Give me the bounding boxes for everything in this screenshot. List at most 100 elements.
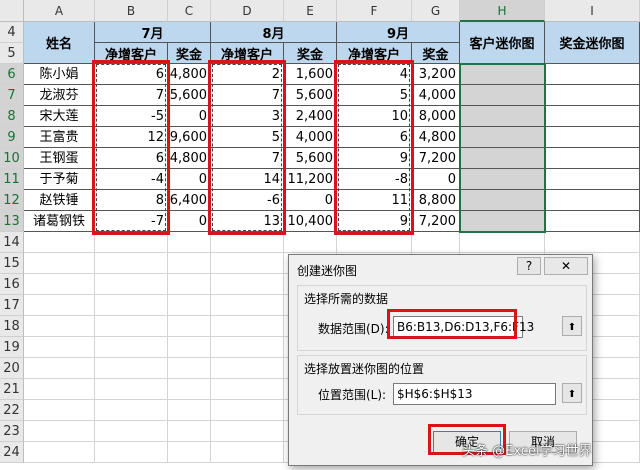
- value-cell[interactable]: 3: [211, 106, 284, 127]
- grid-cell[interactable]: [460, 232, 545, 253]
- row-header-18[interactable]: 18: [0, 316, 24, 337]
- value-cell[interactable]: 10,400: [284, 211, 337, 232]
- column-header-c[interactable]: C: [168, 0, 211, 22]
- value-cell[interactable]: 3,200: [412, 64, 460, 85]
- value-cell[interactable]: 5,600: [168, 85, 211, 106]
- grid-cell[interactable]: [95, 316, 168, 337]
- grid-cell[interactable]: [168, 337, 211, 358]
- bonus-sparkline-cell[interactable]: [545, 64, 640, 85]
- bonus-sparkline-cell[interactable]: [545, 85, 640, 106]
- value-cell[interactable]: -6: [211, 190, 284, 211]
- value-cell[interactable]: 7: [211, 85, 284, 106]
- row-header-10[interactable]: 10: [0, 148, 24, 169]
- row-header-8[interactable]: 8: [0, 106, 24, 127]
- bonus-sparkline-cell[interactable]: [545, 211, 640, 232]
- value-cell[interactable]: 5: [337, 85, 412, 106]
- bonus-sparkline-cell[interactable]: [545, 127, 640, 148]
- grid-cell[interactable]: [168, 379, 211, 400]
- grid-cell[interactable]: [95, 337, 168, 358]
- row-header-14[interactable]: 14: [0, 232, 24, 253]
- name-cell[interactable]: 赵铁锤: [24, 190, 95, 211]
- grid-cell[interactable]: [95, 358, 168, 379]
- help-button[interactable]: ?: [517, 257, 541, 275]
- column-header-e[interactable]: E: [284, 0, 337, 22]
- name-cell[interactable]: 王富贵: [24, 127, 95, 148]
- value-cell[interactable]: 5: [211, 127, 284, 148]
- row-header-4[interactable]: 4: [0, 22, 24, 43]
- value-cell[interactable]: 0: [284, 190, 337, 211]
- value-cell[interactable]: 6: [337, 127, 412, 148]
- row-header-19[interactable]: 19: [0, 337, 24, 358]
- grid-cell[interactable]: [95, 400, 168, 421]
- grid-cell[interactable]: [24, 337, 95, 358]
- row-header-15[interactable]: 15: [0, 253, 24, 274]
- select-all-corner[interactable]: [0, 0, 24, 22]
- name-cell[interactable]: 宋大莲: [24, 106, 95, 127]
- value-cell[interactable]: 0: [168, 106, 211, 127]
- value-cell[interactable]: 5,600: [284, 148, 337, 169]
- grid-cell[interactable]: [545, 232, 640, 253]
- grid-cell[interactable]: [24, 253, 95, 274]
- row-header-21[interactable]: 21: [0, 379, 24, 400]
- row-header-22[interactable]: 22: [0, 400, 24, 421]
- value-cell[interactable]: 0: [168, 169, 211, 190]
- grid-cell[interactable]: [211, 316, 284, 337]
- grid-cell[interactable]: [211, 400, 284, 421]
- grid-cell[interactable]: [24, 421, 95, 442]
- grid-cell[interactable]: [168, 421, 211, 442]
- grid-cell[interactable]: [168, 358, 211, 379]
- value-cell[interactable]: 4,800: [168, 64, 211, 85]
- value-cell[interactable]: 8,000: [412, 106, 460, 127]
- name-cell[interactable]: 龙淑芬: [24, 85, 95, 106]
- value-cell[interactable]: 2,400: [284, 106, 337, 127]
- row-header-13[interactable]: 13: [0, 211, 24, 232]
- value-cell[interactable]: 7,200: [412, 148, 460, 169]
- row-header-23[interactable]: 23: [0, 421, 24, 442]
- value-cell[interactable]: 0: [168, 211, 211, 232]
- grid-cell[interactable]: [168, 232, 211, 253]
- grid-cell[interactable]: [211, 337, 284, 358]
- sparkline-target-cell[interactable]: [460, 169, 545, 190]
- value-cell[interactable]: 13: [211, 211, 284, 232]
- grid-cell[interactable]: [168, 442, 211, 463]
- row-header-11[interactable]: 11: [0, 169, 24, 190]
- value-cell[interactable]: 2: [211, 64, 284, 85]
- bonus-sparkline-cell[interactable]: [545, 106, 640, 127]
- value-cell[interactable]: -8: [337, 169, 412, 190]
- value-cell[interactable]: 4: [337, 64, 412, 85]
- grid-cell[interactable]: [24, 379, 95, 400]
- value-cell[interactable]: -4: [95, 169, 168, 190]
- bonus-sparkline-cell[interactable]: [545, 190, 640, 211]
- value-cell[interactable]: 11: [337, 190, 412, 211]
- sparkline-target-cell[interactable]: [460, 190, 545, 211]
- grid-cell[interactable]: [24, 295, 95, 316]
- row-header-6[interactable]: 6: [0, 64, 24, 85]
- grid-cell[interactable]: [284, 232, 337, 253]
- sparkline-target-cell[interactable]: [460, 85, 545, 106]
- column-header-i[interactable]: I: [545, 0, 640, 22]
- grid-cell[interactable]: [24, 358, 95, 379]
- value-cell[interactable]: -7: [95, 211, 168, 232]
- close-button[interactable]: ✕: [544, 257, 588, 275]
- row-header-12[interactable]: 12: [0, 190, 24, 211]
- grid-cell[interactable]: [24, 442, 95, 463]
- row-header-17[interactable]: 17: [0, 295, 24, 316]
- value-cell[interactable]: 11,200: [284, 169, 337, 190]
- column-header-h[interactable]: H: [460, 0, 545, 22]
- name-cell[interactable]: 王钢蛋: [24, 148, 95, 169]
- location-range-input[interactable]: $H$6:$H$13: [393, 383, 556, 405]
- value-cell[interactable]: 7: [211, 148, 284, 169]
- value-cell[interactable]: 8: [95, 190, 168, 211]
- value-cell[interactable]: 14: [211, 169, 284, 190]
- value-cell[interactable]: 4,000: [284, 127, 337, 148]
- value-cell[interactable]: -5: [95, 106, 168, 127]
- grid-cell[interactable]: [95, 442, 168, 463]
- value-cell[interactable]: 7: [95, 85, 168, 106]
- grid-cell[interactable]: [211, 379, 284, 400]
- value-cell[interactable]: 4,800: [168, 148, 211, 169]
- row-header-5[interactable]: 5: [0, 43, 24, 64]
- grid-cell[interactable]: [95, 232, 168, 253]
- value-cell[interactable]: 0: [412, 169, 460, 190]
- grid-cell[interactable]: [168, 274, 211, 295]
- grid-cell[interactable]: [24, 400, 95, 421]
